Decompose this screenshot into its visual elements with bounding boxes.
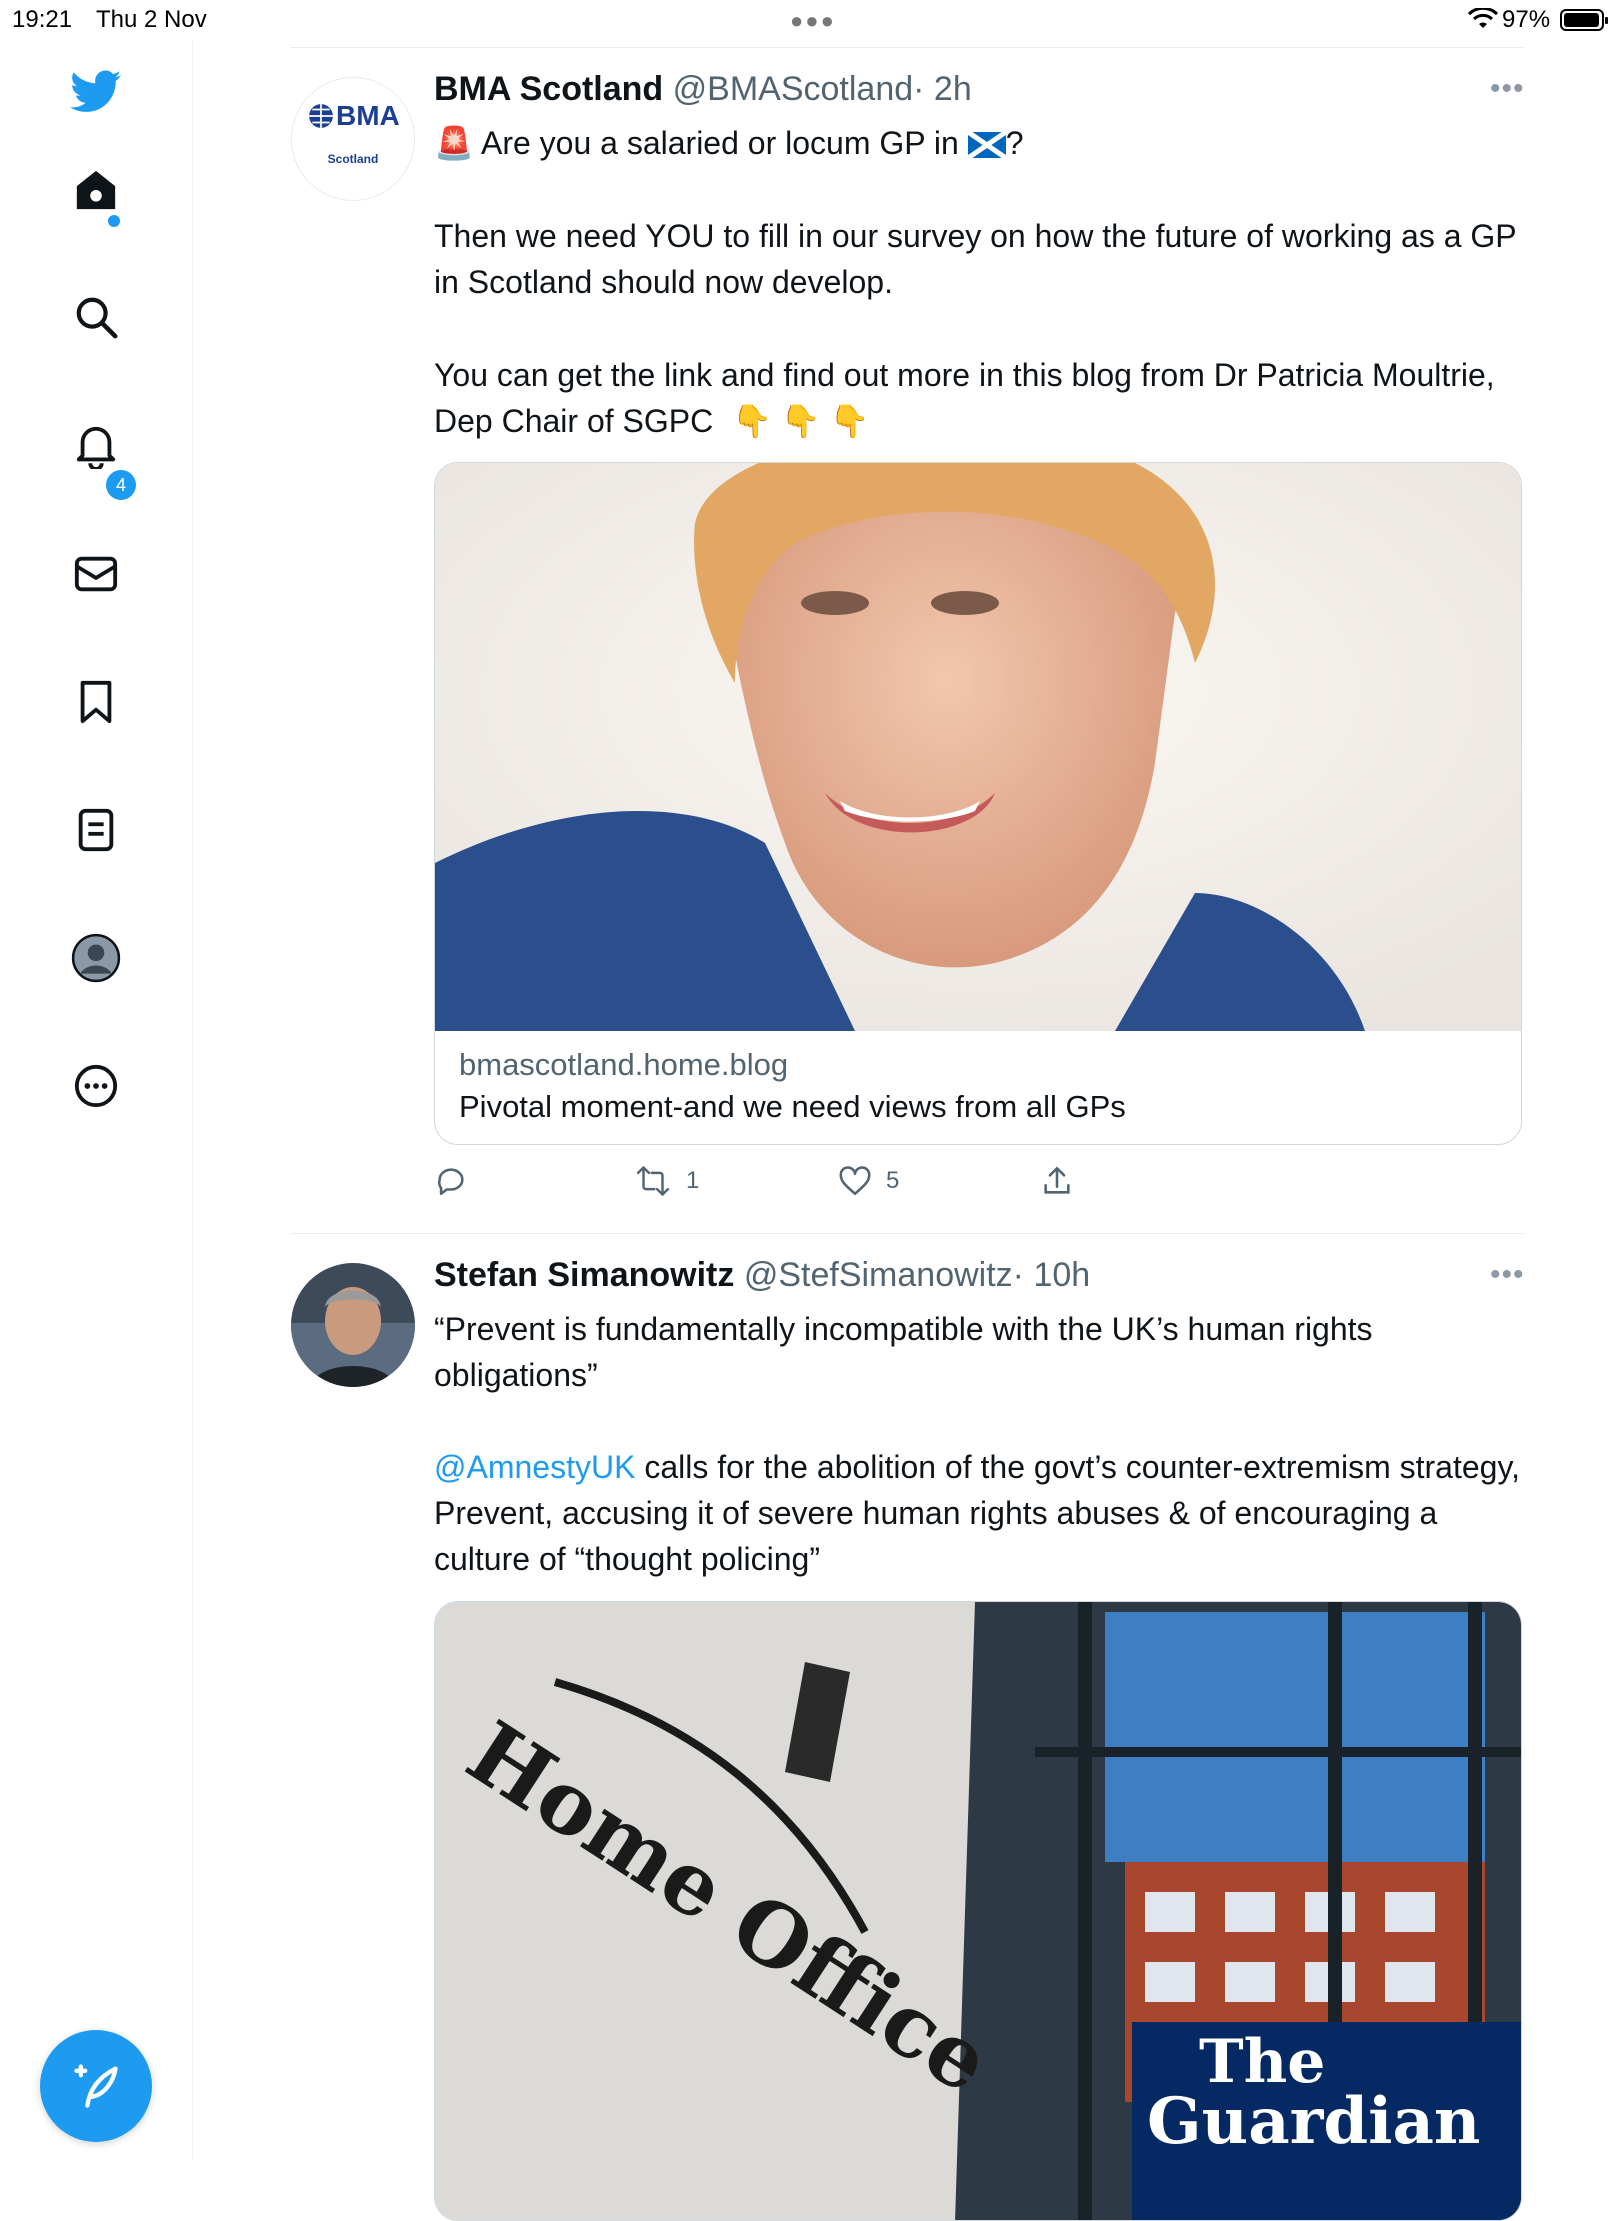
feather-plus-icon (74, 2064, 118, 2108)
tweet-line-1-end: ? (1005, 125, 1024, 161)
bookmark-icon[interactable] (70, 676, 122, 728)
retweet-icon (636, 1166, 670, 1196)
tweet-quote: “Prevent is fundamentally incompatible w… (434, 1311, 1373, 1393)
tweet-divider (290, 1233, 1524, 1234)
tweet-actions: 1 5 (434, 1164, 1134, 1204)
pointing-down-emoji-icon: 👇 👇 👇 (732, 403, 870, 439)
heart-icon (839, 1166, 871, 1196)
feed-top-divider (290, 47, 1524, 48)
stefan-simanowitz-avatar[interactable] (291, 1263, 415, 1387)
compose-tweet-button[interactable] (40, 2030, 152, 2142)
tweet-line-1: 🚨 Are you a salaried or locum GP in ? (434, 120, 1524, 170)
status-bar: 19:21 Thu 2 Nov ●●● 97% (0, 0, 1620, 40)
link-card[interactable]: bmascotland.home.blog Pivotal moment-and… (434, 462, 1522, 1145)
author-name[interactable]: BMA Scotland (434, 70, 663, 108)
bma-logo-text: BMA (336, 100, 400, 131)
share-button[interactable] (1040, 1164, 1074, 1198)
tweet-header: BMA Scotland @BMAScotland· 2h (434, 70, 972, 109)
link-card-title: Pivotal moment-and we need views from al… (459, 1089, 1126, 1124)
tweet-more-icon[interactable]: ••• (1490, 72, 1525, 106)
multitasking-dots-icon[interactable]: ●●● (790, 8, 836, 34)
mention-link[interactable]: @AmnestyUK (434, 1449, 635, 1485)
home-icon[interactable] (70, 164, 122, 216)
wifi-icon (1467, 6, 1499, 37)
siren-emoji-icon: 🚨 (434, 125, 474, 161)
notifications-bell-icon[interactable] (70, 420, 122, 472)
tweet-paragraph-2: @AmnestyUK calls for the abolition of th… (434, 1444, 1524, 1582)
sidebar: 4 (0, 40, 193, 2160)
link-card-photo (435, 463, 1521, 1031)
bma-globe-icon (309, 104, 333, 128)
search-icon[interactable] (70, 291, 122, 343)
twitter-bird-icon[interactable] (70, 66, 122, 118)
author-handle[interactable]: @StefSimanowitz (744, 1256, 1013, 1294)
tweet-time[interactable]: · 10h (1013, 1256, 1091, 1294)
home-new-dot (108, 215, 120, 227)
guardian-logo-line1: The (1199, 2027, 1326, 2097)
tweet-paragraph-2: Then we need YOU to fill in our survey o… (434, 218, 1517, 300)
retweet-button[interactable]: 1 (634, 1164, 699, 1198)
tweet-image[interactable]: Home Office The Guardian (434, 1601, 1522, 2221)
status-date: Thu 2 Nov (96, 6, 207, 33)
link-card-domain: bmascotland.home.blog (459, 1047, 789, 1082)
tweet-more-icon[interactable]: ••• (1490, 1258, 1525, 1292)
messages-envelope-icon[interactable] (70, 548, 122, 600)
tweet-paragraph-3: You can get the link and find out more i… (434, 352, 1524, 444)
guardian-logo: The Guardian (1147, 2027, 1481, 2159)
tweet-line-1-text: Are you a salaried or locum GP in (480, 125, 959, 161)
profile-avatar-icon[interactable] (70, 932, 122, 984)
more-circle-icon[interactable] (70, 1060, 122, 1112)
scotland-flag-icon (966, 124, 1008, 170)
share-icon (1044, 1166, 1070, 1194)
retweet-count: 1 (686, 1167, 700, 1194)
bma-scotland-avatar[interactable]: BMA Scotland (291, 77, 415, 201)
tweet-header: Stefan Simanowitz @StefSimanowitz· 10h (434, 1256, 1090, 1295)
tweet-time[interactable]: · 2h (913, 70, 972, 108)
like-count: 5 (886, 1167, 900, 1194)
reply-icon (438, 1168, 464, 1196)
like-button[interactable]: 5 (838, 1164, 899, 1198)
bma-logo-subtext: Scotland (327, 152, 379, 166)
author-handle[interactable]: @BMAScotland (673, 70, 914, 108)
notifications-badge: 4 (106, 470, 136, 500)
reply-button[interactable] (434, 1164, 468, 1198)
lists-icon[interactable] (70, 804, 122, 856)
guardian-logo-line2: Guardian (1147, 2084, 1481, 2159)
author-name[interactable]: Stefan Simanowitz (434, 1256, 734, 1294)
status-time: 19:21 (12, 6, 73, 33)
battery-icon (1560, 9, 1608, 31)
tweet-paragraph-3-text: You can get the link and find out more i… (434, 357, 1495, 439)
battery-percent: 97% (1502, 6, 1551, 33)
